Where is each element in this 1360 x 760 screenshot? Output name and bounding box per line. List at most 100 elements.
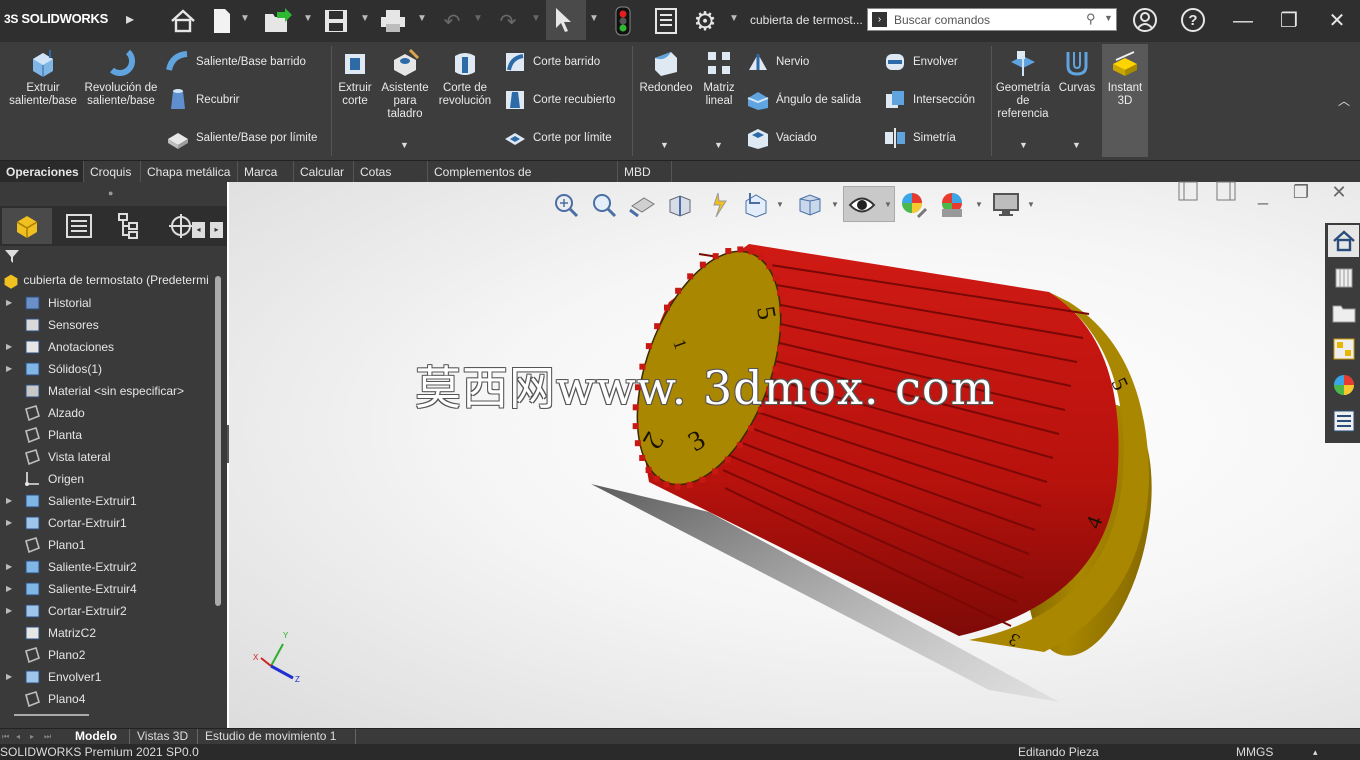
undo-icon[interactable]: ↶: [436, 5, 468, 37]
feature-manager-tab-icon[interactable]: [2, 208, 52, 244]
instant3d-button[interactable]: Instant 3D: [1102, 44, 1148, 157]
tree-item[interactable]: Material <sin especificar>: [0, 380, 212, 402]
select-tool[interactable]: [546, 0, 586, 40]
swept-cut-button[interactable]: Corte barrido: [503, 50, 600, 74]
extrude-cut-button[interactable]: Extruir corte: [334, 48, 376, 108]
tree-item[interactable]: MatrizC2: [0, 622, 212, 644]
loft-boss-button[interactable]: Recubrir: [166, 88, 239, 112]
fillet-button[interactable]: Redondeo: [636, 48, 696, 95]
close-icon[interactable]: ✕: [1322, 7, 1352, 35]
restore-icon[interactable]: ❐: [1274, 7, 1304, 35]
help-icon[interactable]: ?: [1178, 7, 1208, 35]
fillet-caret-icon[interactable]: ▼: [660, 140, 669, 150]
solidworks-resources-icon[interactable]: [1328, 225, 1359, 257]
reference-geometry-caret-icon[interactable]: ▼: [1019, 140, 1028, 150]
rebuild-traffic-light-icon[interactable]: [607, 5, 639, 37]
home-icon[interactable]: [167, 5, 199, 37]
tree-expand-icon[interactable]: ▶: [6, 512, 12, 534]
tree-item[interactable]: Plano4: [0, 688, 212, 710]
undo-caret-icon[interactable]: ▼: [473, 13, 483, 24]
search-input[interactable]: Buscar comandos: [894, 13, 990, 27]
print-icon[interactable]: [377, 5, 409, 37]
redo-icon[interactable]: ↷: [492, 5, 524, 37]
ribbon-collapse-icon[interactable]: ︿: [1338, 92, 1350, 109]
configuration-manager-tab-icon[interactable]: [104, 208, 154, 244]
search-icon[interactable]: ⚲: [1086, 11, 1096, 27]
linear-pattern-button[interactable]: Matriz lineal: [698, 48, 740, 108]
tree-item[interactable]: ▶ Saliente-Extruir4: [0, 578, 212, 600]
cut-group-caret-icon[interactable]: ▼: [400, 140, 409, 150]
file-explorer-icon[interactable]: [1328, 297, 1359, 329]
command-search[interactable]: › Buscar comandos ⚲ ▼: [867, 8, 1117, 31]
shell-button[interactable]: Vaciado: [746, 126, 817, 150]
tree-expand-icon[interactable]: ▶: [6, 666, 12, 688]
menu-expand-arrow-icon[interactable]: ▸: [126, 9, 134, 29]
options-caret-icon[interactable]: ▼: [729, 13, 739, 24]
graphics-area[interactable]: ▼ ▼ ▼ ▼ ▼ _ ❐ ✕ 5 1 2 3 5 4 3 Y X Z: [229, 181, 1360, 728]
design-library-icon[interactable]: [1328, 261, 1359, 293]
rib-button[interactable]: Nervio: [746, 50, 809, 74]
tree-item[interactable]: ▶ Anotaciones: [0, 336, 212, 358]
tree-item[interactable]: ▶ Sólidos(1): [0, 358, 212, 380]
tree-expand-icon[interactable]: ▶: [6, 578, 12, 600]
tree-filter[interactable]: [4, 248, 194, 268]
tree-item[interactable]: ▶ Envolver1: [0, 666, 212, 688]
tab-calcular[interactable]: Calcular: [294, 161, 354, 183]
scrollbar-thumb[interactable]: [215, 276, 221, 606]
tab-chapa-metalica[interactable]: Chapa metálica: [141, 161, 238, 183]
tree-item[interactable]: Origen: [0, 468, 212, 490]
tab-vistas-3d[interactable]: Vistas 3D: [130, 729, 198, 745]
view-palette-icon[interactable]: [1328, 333, 1359, 365]
tab-mbd[interactable]: MBD: [618, 161, 672, 183]
tree-expand-icon[interactable]: ▶: [6, 358, 12, 380]
boundary-boss-button[interactable]: Saliente/Base por límite: [166, 126, 317, 150]
tree-expand-icon[interactable]: ▶: [6, 600, 12, 622]
tabs-scroll-right-icon[interactable]: ▸: [210, 222, 223, 238]
hole-wizard-button[interactable]: Asistente para taladro: [378, 48, 432, 121]
tab-cotas-mbd[interactable]: Cotas MBD: [354, 161, 428, 201]
user-account-icon[interactable]: [1130, 7, 1160, 35]
tree-root-part[interactable]: cubierta de termostato (Predetermi: [2, 272, 209, 290]
tree-item[interactable]: ▶ Historial: [0, 292, 212, 314]
model-render[interactable]: 5 1 2 3 5 4 3 Y X Z: [229, 182, 1360, 728]
mirror-button[interactable]: Simetría: [883, 126, 956, 150]
unit-system-caret-icon[interactable]: ▴: [1313, 747, 1318, 758]
new-document-caret-icon[interactable]: ▼: [240, 13, 250, 24]
panel-grip-icon[interactable]: ●: [108, 188, 113, 198]
intersect-button[interactable]: Intersección: [883, 88, 975, 112]
tab-nav-first-icon[interactable]: ⏮: [2, 732, 12, 742]
wrap-button[interactable]: Envolver: [883, 50, 958, 74]
tree-expand-icon[interactable]: ▶: [6, 336, 12, 358]
tree-item[interactable]: Plano2: [0, 644, 212, 666]
solidworks-logo[interactable]: 3S SOLIDWORKS: [4, 11, 108, 26]
tab-complementos[interactable]: Complementos de SOLIDWORKS: [428, 161, 618, 201]
tab-croquis[interactable]: Croquis: [84, 161, 141, 183]
boundary-cut-button[interactable]: Corte por límite: [503, 126, 612, 150]
tab-nav-last-icon[interactable]: ⏭: [44, 732, 54, 742]
custom-properties-icon[interactable]: [1328, 405, 1359, 437]
save-caret-icon[interactable]: ▼: [360, 13, 370, 24]
property-manager-tab-icon[interactable]: [54, 208, 104, 244]
extrude-boss-button[interactable]: Extruir saliente/base: [6, 48, 80, 108]
unit-system[interactable]: MMGS: [1236, 745, 1273, 759]
tree-item[interactable]: Sensores: [0, 314, 212, 336]
tree-expand-icon[interactable]: ▶: [6, 556, 12, 578]
tree-item[interactable]: ▶ Saliente-Extruir1: [0, 490, 212, 512]
tree-vertical-scrollbar[interactable]: [213, 270, 223, 710]
open-document-caret-icon[interactable]: ▼: [303, 13, 313, 24]
search-caret-icon[interactable]: ▼: [1104, 13, 1113, 23]
minimize-icon[interactable]: —: [1228, 7, 1258, 35]
open-document-icon[interactable]: [262, 5, 294, 37]
tab-modelo[interactable]: Modelo: [68, 729, 130, 745]
tree-item[interactable]: Alzado: [0, 402, 212, 424]
tree-horizontal-scrollbar[interactable]: [14, 714, 89, 716]
tree-item[interactable]: ▶ Saliente-Extruir2: [0, 556, 212, 578]
select-caret-icon[interactable]: ▼: [589, 13, 599, 24]
file-properties-icon[interactable]: [650, 5, 682, 37]
save-icon[interactable]: [320, 5, 352, 37]
tab-operaciones[interactable]: Operaciones: [0, 161, 84, 183]
tree-item[interactable]: ▶ Cortar-Extruir1: [0, 512, 212, 534]
draft-button[interactable]: Ángulo de salida: [746, 88, 861, 112]
tree-item[interactable]: Planta: [0, 424, 212, 446]
tree-item[interactable]: Vista lateral: [0, 446, 212, 468]
